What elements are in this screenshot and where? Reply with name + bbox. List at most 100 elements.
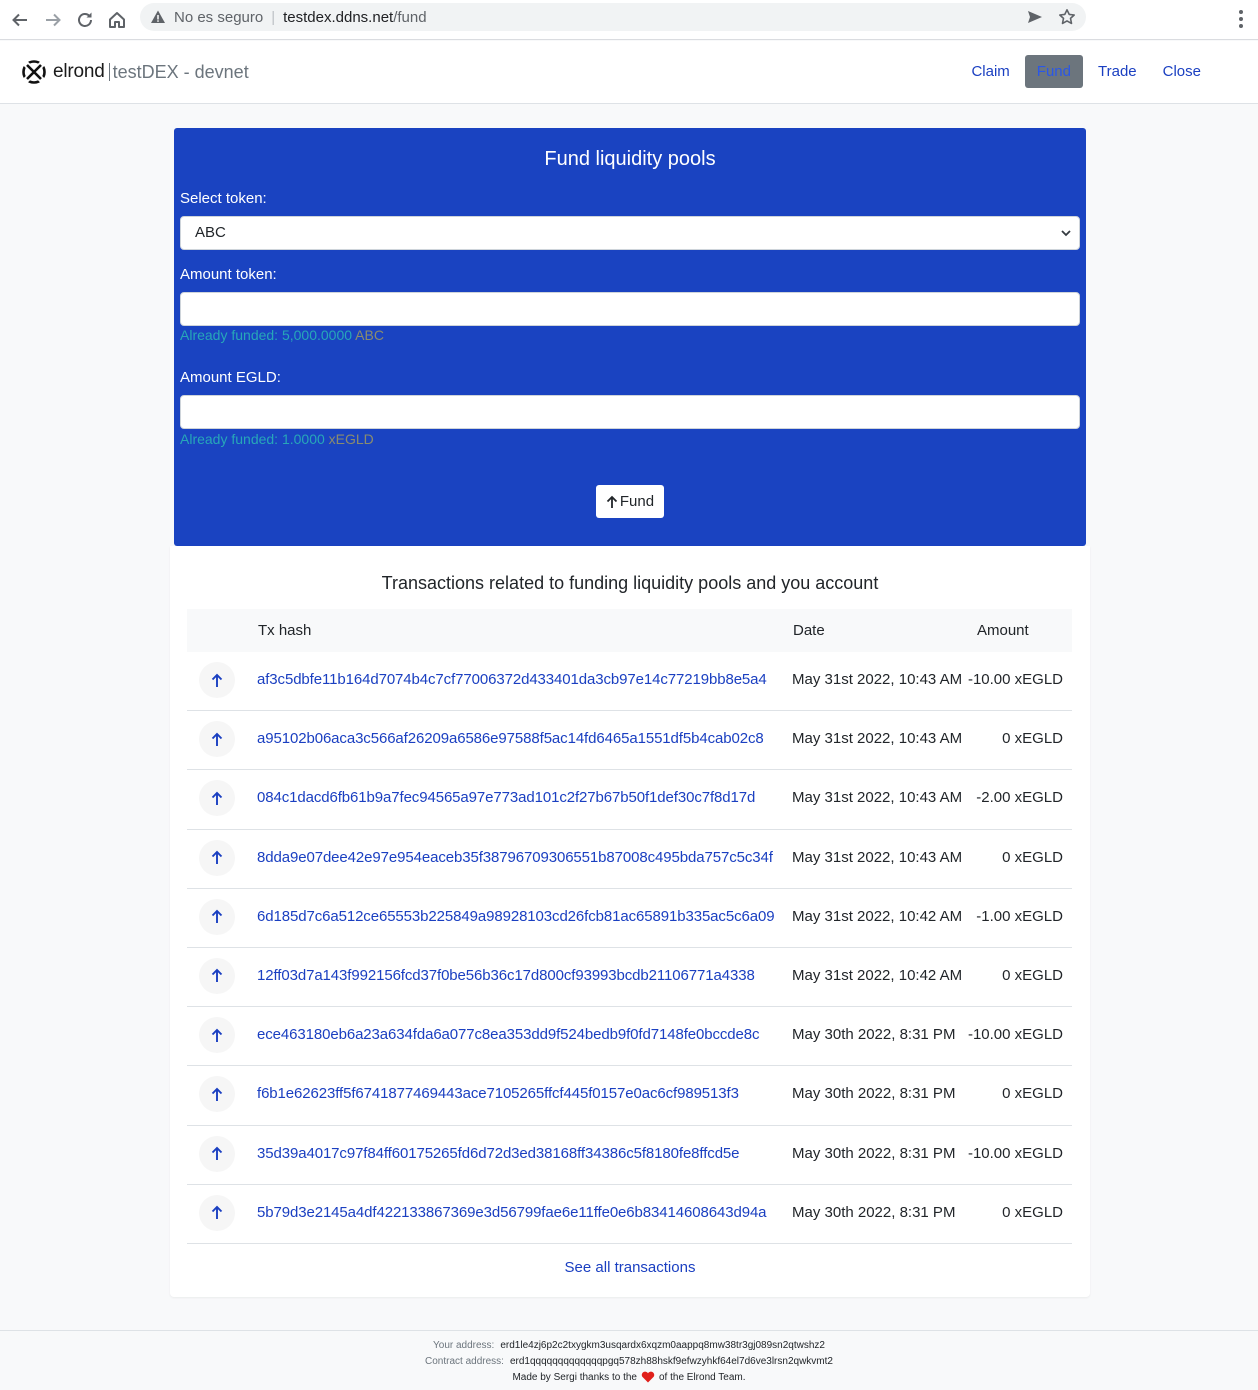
tx-hash-link[interactable]: 8dda9e07dee42e97e954eaceb35f387967093065…	[257, 849, 773, 866]
send-icon[interactable]	[1026, 8, 1044, 26]
tx-hash-link[interactable]: af3c5dbfe11b164d7074b4c7cf77006372d43340…	[257, 671, 767, 688]
table-row: f6b1e62623ff5f6741877469443ace7105265ffc…	[187, 1066, 1072, 1126]
arrow-left-icon	[12, 13, 27, 27]
home-icon	[109, 12, 125, 28]
amount-token-input[interactable]	[180, 292, 1080, 326]
amount-egld-input[interactable]	[180, 395, 1080, 429]
tx-direction-badge	[199, 1076, 235, 1113]
forward-button[interactable]	[39, 6, 67, 34]
your-address-value: erd1le4zj6p2c2txygkm3usqardx6xqzm0aappq8…	[500, 1340, 825, 1351]
token-funded-unit: ABC	[355, 327, 384, 343]
tx-hash-link[interactable]: ece463180eb6a23a634fda6a077c8ea353dd9f52…	[257, 1026, 760, 1043]
browser-toolbar: No es seguro | testdex.ddns.net/fund	[0, 0, 1258, 40]
arrow-up-icon	[606, 495, 618, 508]
nav-close[interactable]: Close	[1152, 55, 1212, 88]
select-token-label: Select token:	[180, 190, 267, 207]
footer: Your address: erd1le4zj6p2c2txygkm3usqard…	[0, 1330, 1258, 1390]
nav-claim[interactable]: Claim	[960, 55, 1020, 88]
tx-direction-badge	[199, 1017, 235, 1054]
arrow-up-icon	[211, 791, 223, 805]
brand[interactable]: elrond testDEX - devnet	[21, 59, 249, 85]
tx-date: May 31st 2022, 10:43 AM	[792, 671, 963, 688]
tx-direction-badge	[199, 1194, 235, 1231]
contract-address-label: Contract address:	[425, 1356, 504, 1367]
heart-icon	[641, 1371, 655, 1383]
token-funded-amount: Already funded: 5,000.0000	[180, 327, 353, 343]
tx-amount: -10.00 xEGLD	[967, 1026, 1063, 1044]
app-name: testDEX - devnet	[112, 61, 249, 82]
warning-icon	[151, 10, 165, 23]
elrond-logo-icon	[22, 60, 46, 84]
app-header: elrond testDEX - devnet Claim Fund Trade…	[0, 41, 1258, 104]
made-by-suffix: of the Elrond Team.	[658, 1372, 746, 1383]
tx-direction-badge	[199, 780, 235, 817]
back-button[interactable]	[6, 6, 34, 34]
tx-hash-link[interactable]: 35d39a4017c97f84ff60175265fd6d72d3ed3816…	[257, 1145, 740, 1162]
arrow-up-icon	[211, 969, 223, 983]
tx-amount: 0 xEGLD	[1002, 848, 1063, 866]
tx-hash-link[interactable]: f6b1e62623ff5f6741877469443ace7105265ffc…	[257, 1085, 739, 1102]
arrow-up-icon	[211, 909, 223, 924]
url-separator: |	[271, 8, 276, 26]
see-all-transactions-link[interactable]: See all transactions	[565, 1259, 696, 1276]
tx-hash-link[interactable]: a95102b06aca3c566af26209a6586e97588f5ac1…	[257, 730, 764, 747]
home-button[interactable]	[103, 6, 131, 34]
token-select-value: ABC	[195, 224, 226, 241]
column-amount: Amount	[977, 622, 1029, 639]
tx-amount: -2.00 xEGLD	[976, 789, 1063, 807]
see-all-wrapper: See all transactions	[170, 1259, 1090, 1276]
table-row: 6d185d7c6a512ce65553b225849a98928103cd26…	[187, 889, 1072, 948]
url-path: /fund	[393, 8, 427, 26]
tx-date: May 31st 2022, 10:43 AM	[792, 789, 963, 807]
tx-date: May 31st 2022, 10:43 AM	[792, 730, 963, 748]
tx-hash-link[interactable]: 6d185d7c6a512ce65553b225849a98928103cd26…	[257, 908, 775, 925]
star-icon[interactable]	[1058, 8, 1076, 26]
nav-trade[interactable]: Trade	[1087, 55, 1148, 88]
column-date: Date	[793, 622, 825, 639]
token-select[interactable]: ABC	[180, 216, 1080, 250]
address-bar[interactable]: No es seguro | testdex.ddns.net/fund	[140, 3, 1086, 31]
arrow-up-icon	[211, 1087, 223, 1101]
made-by-row: Made by Sergi thanks to the of the Elrond…	[0, 1371, 1258, 1383]
url-host: testdex.ddns.net	[283, 8, 394, 26]
tx-direction-badge	[199, 1135, 235, 1172]
tx-direction-badge	[199, 721, 235, 758]
security-indicator[interactable]: No es seguro	[174, 9, 263, 26]
tx-direction-badge	[199, 839, 235, 876]
chevron-down-icon	[1061, 230, 1071, 237]
arrow-up-icon	[211, 1205, 223, 1220]
tx-amount: -10.00 xEGLD	[967, 1144, 1063, 1162]
arrow-up-icon	[211, 673, 223, 687]
tx-direction-badge	[199, 898, 235, 935]
tx-hash-link[interactable]: 5b79d3e2145a4df422133867369e3d56799fae6e…	[257, 1204, 767, 1221]
nav-fund[interactable]: Fund	[1024, 55, 1083, 88]
reload-button[interactable]	[71, 6, 99, 34]
table-row: 5b79d3e2145a4df422133867369e3d56799fae6e…	[187, 1185, 1072, 1244]
tx-hash-link[interactable]: 084c1dacd6fb61b9a7fec94565a97e773ad101c2…	[257, 789, 755, 806]
your-address-label: Your address:	[433, 1340, 495, 1351]
tx-date: May 30th 2022, 8:31 PM	[792, 1085, 956, 1103]
fund-card: Fund liquidity pools Select token: ABC A…	[174, 128, 1086, 546]
tx-date: May 30th 2022, 8:31 PM	[792, 1144, 956, 1162]
tx-amount: 0 xEGLD	[1002, 730, 1063, 748]
fund-button[interactable]: Fund	[596, 485, 664, 518]
brand-name: elrond	[53, 61, 105, 82]
tx-hash-link[interactable]: 12ff03d7a143f992156fcd37f0be56b36c17d800…	[257, 967, 755, 984]
table-row: a95102b06aca3c566af26209a6586e97588f5ac1…	[187, 711, 1072, 771]
tx-direction-badge	[199, 662, 235, 698]
fund-title: Fund liquidity pools	[544, 148, 716, 170]
tx-date: May 31st 2022, 10:42 AM	[792, 907, 963, 925]
kebab-menu-icon[interactable]	[1238, 8, 1244, 30]
table-row: af3c5dbfe11b164d7074b4c7cf77006372d43340…	[187, 652, 1072, 712]
arrow-up-icon	[211, 1028, 223, 1042]
table-row: 8dda9e07dee42e97e954eaceb35f387967093065…	[187, 830, 1072, 889]
table-row: ece463180eb6a23a634fda6a077c8ea353dd9f52…	[187, 1007, 1072, 1067]
egld-funded-amount: Already funded: 1.0000	[180, 431, 325, 447]
tx-amount: 0 xEGLD	[1002, 1085, 1063, 1103]
table-row: 12ff03d7a143f992156fcd37f0be56b36c17d800…	[187, 948, 1072, 1008]
tx-date: May 31st 2022, 10:43 AM	[792, 848, 963, 866]
arrow-right-icon	[46, 13, 61, 27]
egld-funded-unit: xEGLD	[328, 431, 374, 447]
table-row: 084c1dacd6fb61b9a7fec94565a97e773ad101c2…	[187, 770, 1072, 830]
contract-address-value: erd1qqqqqqqqqqqqqpgq578zh88hskf9efwzyhkf…	[509, 1356, 833, 1367]
